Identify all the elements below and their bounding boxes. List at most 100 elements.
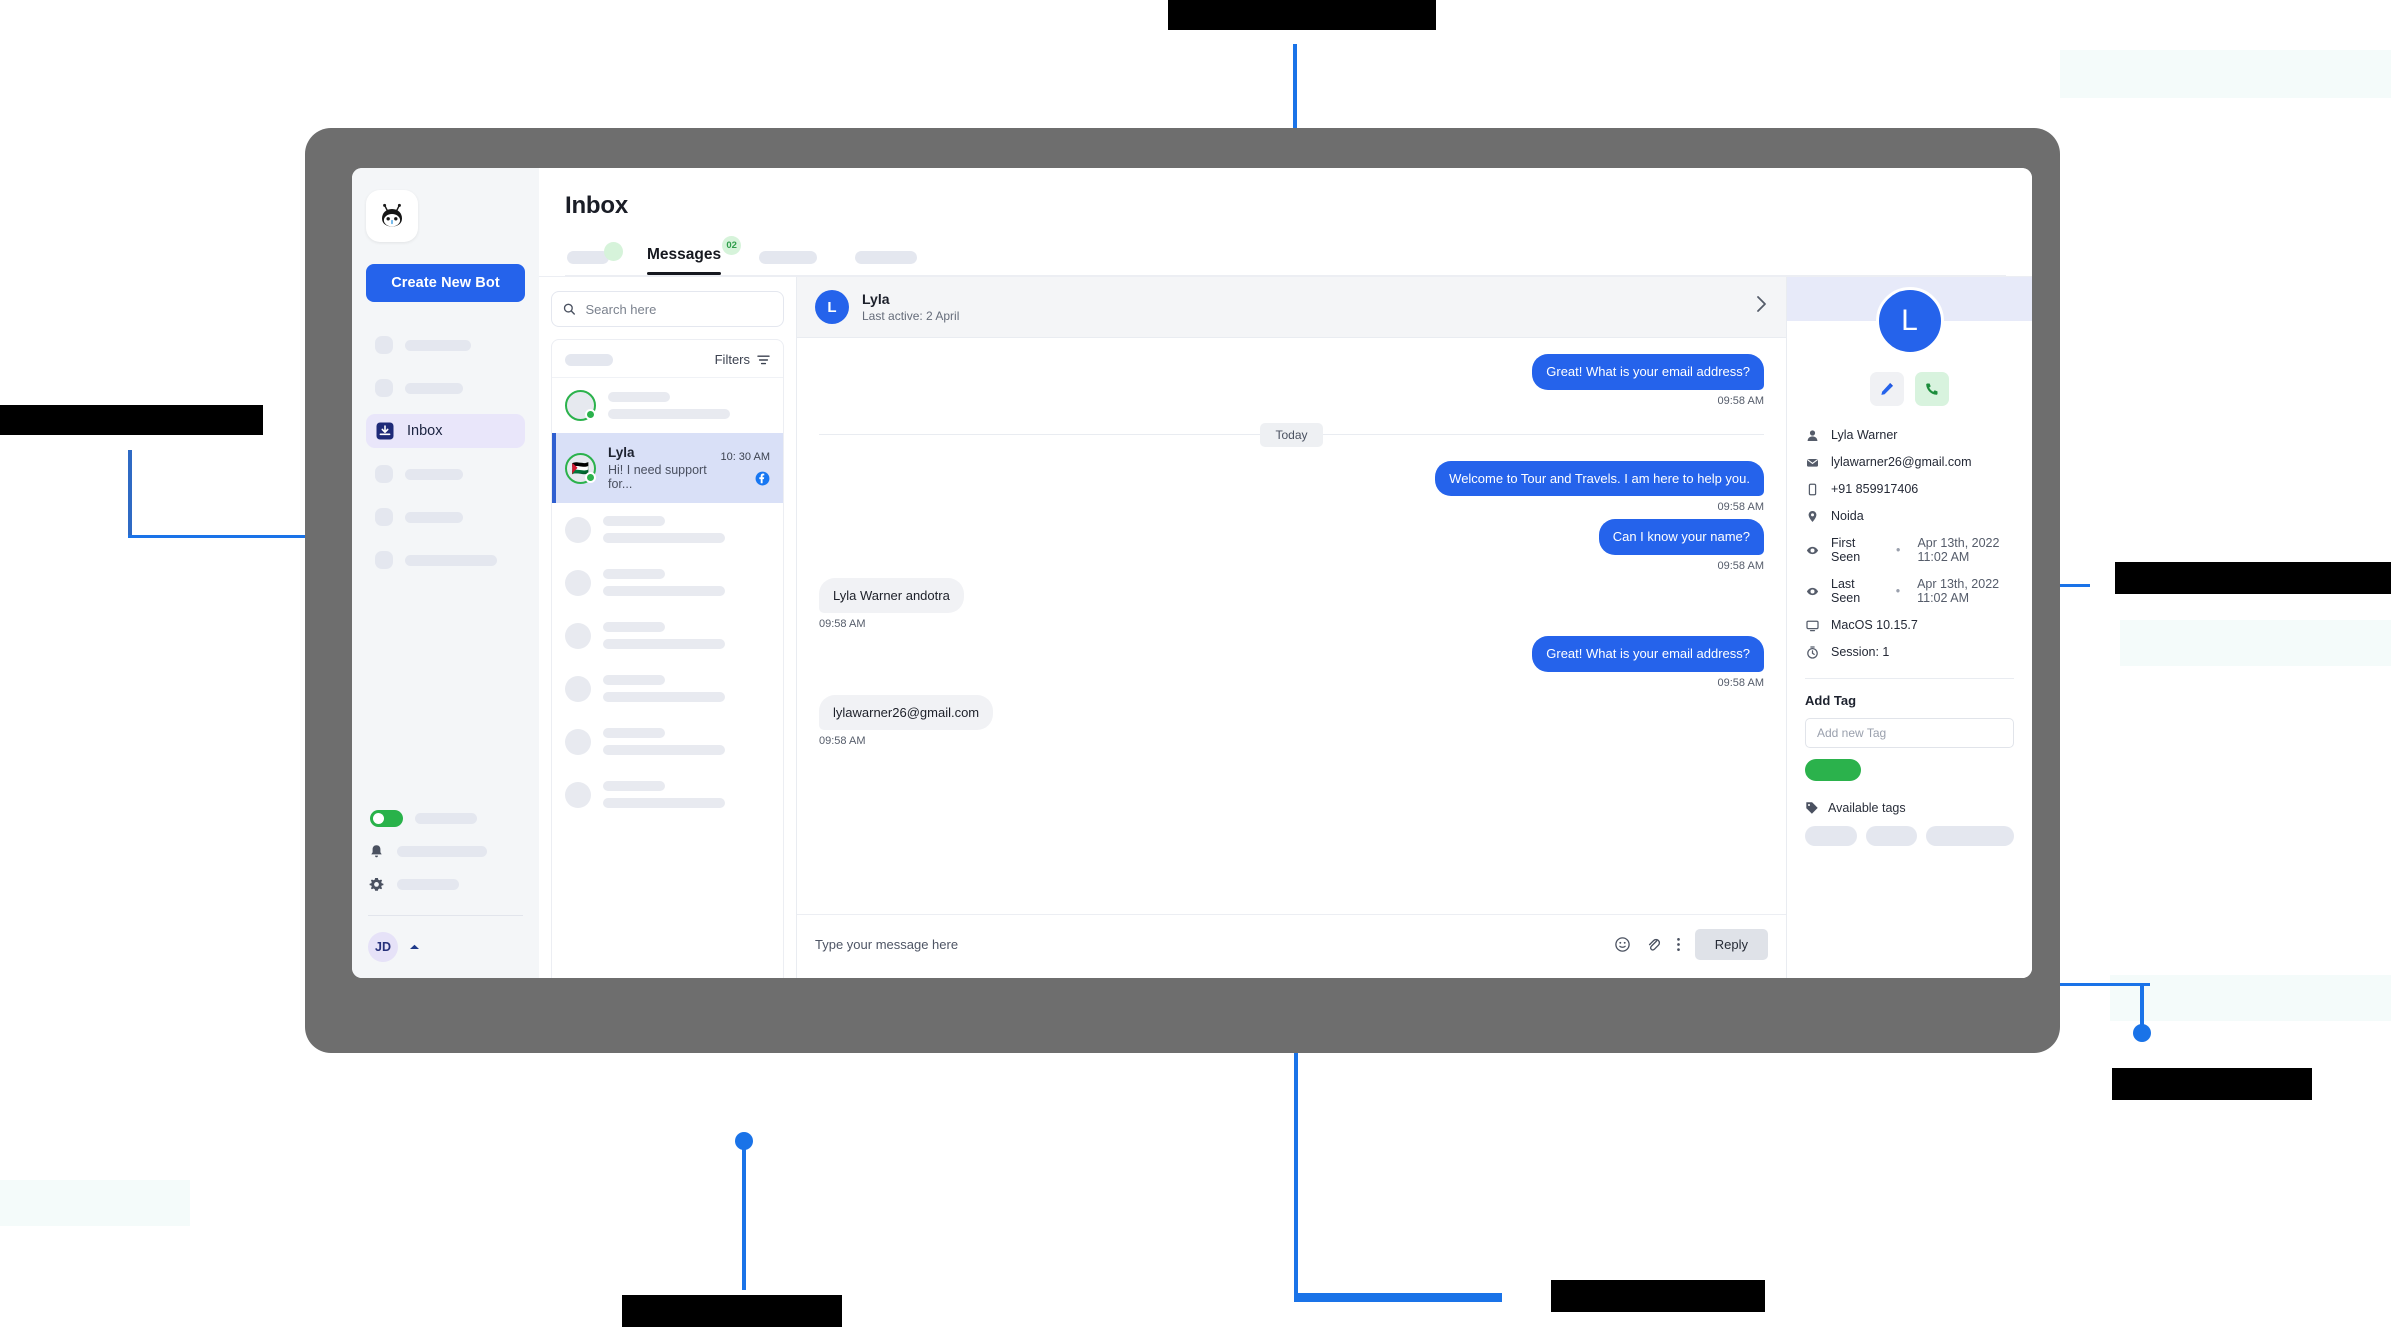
list-item[interactable]: 🇵🇸 Lyla Hi! I need support for... 10: 30… bbox=[552, 433, 783, 503]
placeholder-label bbox=[603, 586, 725, 596]
tag-chip-placeholder[interactable] bbox=[1865, 826, 1918, 846]
message-bubble-out: Welcome to Tour and Travels. I am here t… bbox=[819, 460, 1764, 513]
annotation-label-visitor-status bbox=[0, 405, 263, 435]
chat-messages[interactable]: Great! What is your email address? 09:58… bbox=[797, 338, 1786, 914]
placeholder-label bbox=[405, 382, 463, 394]
add-tag-title: Add Tag bbox=[1805, 693, 1857, 708]
placeholder-label bbox=[608, 409, 730, 419]
placeholder-label bbox=[397, 846, 487, 857]
tab-messages-badge: 02 bbox=[722, 236, 742, 255]
placeholder-label bbox=[405, 339, 471, 351]
annotation-connector-live-chat-h bbox=[1294, 1293, 1502, 1302]
list-item-body bbox=[603, 516, 770, 543]
tab-placeholder-3[interactable] bbox=[855, 251, 918, 275]
placeholder-label bbox=[405, 511, 463, 523]
avatar bbox=[565, 516, 591, 543]
add-tag-input[interactable] bbox=[1805, 718, 2014, 748]
list-item-body: Lyla Hi! I need support for... bbox=[608, 445, 708, 491]
detail-value: Apr 13th, 2022 11:02 AM bbox=[1917, 536, 2000, 564]
list-item[interactable] bbox=[552, 662, 783, 715]
list-item-body bbox=[608, 392, 770, 419]
list-item[interactable] bbox=[552, 715, 783, 768]
message-time: 09:58 AM bbox=[819, 735, 866, 748]
message-text: Can I know your name? bbox=[1598, 519, 1764, 555]
avatar bbox=[565, 390, 596, 421]
search-box[interactable] bbox=[551, 291, 784, 327]
tab-placeholder-1[interactable] bbox=[567, 242, 623, 275]
list-item[interactable] bbox=[552, 378, 783, 433]
call-contact-button[interactable] bbox=[1915, 372, 1949, 406]
more-vertical-icon[interactable] bbox=[1676, 936, 1681, 953]
details-actions bbox=[1787, 372, 2032, 406]
placeholder-label bbox=[603, 533, 725, 543]
annotation-label-default-inbox bbox=[1168, 0, 1436, 30]
list-item-body bbox=[603, 728, 770, 755]
filters-button[interactable]: Filters bbox=[715, 352, 770, 367]
annotation-connector-visitor-status-v bbox=[128, 450, 132, 538]
list-item[interactable] bbox=[552, 503, 783, 556]
chat-contact-status: Last active: 2 April bbox=[862, 309, 960, 323]
create-new-bot-button[interactable]: Create New Bot bbox=[366, 264, 525, 302]
notifications-row[interactable] bbox=[366, 843, 525, 860]
pencil-icon bbox=[1881, 383, 1893, 395]
placeholder-label bbox=[397, 879, 459, 890]
avatar: JD bbox=[368, 932, 398, 962]
detail-separator: • bbox=[1895, 584, 1901, 598]
tab-messages[interactable]: Messages 02 bbox=[647, 236, 742, 275]
eye-icon bbox=[1805, 544, 1820, 557]
list-item[interactable] bbox=[552, 609, 783, 662]
background-wash-bottom bbox=[2110, 975, 2391, 1021]
monitor-icon bbox=[1805, 619, 1820, 632]
message-input[interactable]: Type your message here bbox=[815, 937, 1600, 952]
avatar: L bbox=[815, 290, 849, 324]
tab-messages-label: Messages bbox=[647, 246, 722, 263]
visitor-details-panel: L Lyla Warner lylawarner26@gmail.com +91… bbox=[1786, 277, 2032, 978]
message-text: Great! What is your email address? bbox=[1532, 636, 1764, 672]
availability-toggle-row[interactable] bbox=[366, 810, 525, 827]
sidebar-item-placeholder-4[interactable] bbox=[366, 500, 525, 534]
placeholder-label bbox=[603, 516, 665, 526]
mail-icon bbox=[1805, 456, 1820, 469]
conversation-scroll[interactable]: 🇵🇸 Lyla Hi! I need support for... 10: 30… bbox=[552, 378, 783, 978]
tag-chip-placeholder[interactable] bbox=[1805, 826, 1857, 846]
placeholder-icon bbox=[375, 465, 393, 483]
main-content: Inbox Messages 02 Search here Filters 🇵🇸… bbox=[539, 168, 2032, 978]
add-tag-button[interactable] bbox=[1805, 759, 1861, 781]
edit-contact-button[interactable] bbox=[1870, 372, 1904, 406]
chat-contact-name: Lyla bbox=[862, 291, 890, 307]
user-menu[interactable]: JD bbox=[366, 932, 525, 962]
message-text: lylawarner26@gmail.com bbox=[819, 694, 994, 731]
placeholder-label bbox=[759, 251, 818, 264]
paperclip-icon[interactable] bbox=[1645, 936, 1662, 953]
sidebar-item-inbox[interactable]: Inbox bbox=[366, 414, 525, 448]
list-item[interactable] bbox=[552, 768, 783, 821]
chevron-right-icon[interactable] bbox=[1755, 294, 1768, 320]
chat-header-text: Lyla Last active: 2 April bbox=[862, 291, 959, 323]
sidebar-item-placeholder-1[interactable] bbox=[366, 328, 525, 362]
message-time: 09:58 AM bbox=[1717, 559, 1764, 572]
sidebar-item-placeholder-5[interactable] bbox=[366, 543, 525, 577]
search-input[interactable] bbox=[585, 301, 772, 317]
sidebar-item-placeholder-2[interactable] bbox=[366, 371, 525, 405]
avatar bbox=[565, 781, 591, 808]
sidebar-item-placeholder-3[interactable] bbox=[366, 457, 525, 491]
placeholder-label bbox=[603, 745, 725, 755]
conversation-list-column: Filters bbox=[539, 277, 797, 978]
annotation-connector-visitor-list bbox=[742, 1140, 746, 1290]
emoji-icon[interactable] bbox=[1614, 936, 1631, 953]
list-item[interactable] bbox=[552, 556, 783, 609]
reply-button[interactable]: Reply bbox=[1694, 929, 1768, 960]
message-bubble-in: lylawarner26@gmail.com 09:58 AM bbox=[819, 694, 1764, 748]
divider bbox=[1322, 434, 1764, 436]
availability-toggle[interactable] bbox=[370, 810, 403, 827]
tag-chip-placeholder[interactable] bbox=[1926, 826, 2015, 846]
settings-row[interactable] bbox=[366, 876, 525, 893]
workspace: Filters bbox=[539, 276, 2032, 978]
placeholder-icon bbox=[375, 508, 393, 526]
placeholder-label bbox=[603, 798, 725, 808]
app-logo[interactable] bbox=[366, 190, 418, 242]
list-item-body bbox=[603, 675, 770, 702]
tab-placeholder-2[interactable] bbox=[759, 251, 818, 275]
annotation-dot-chat-tags bbox=[2133, 1024, 2151, 1042]
annotation-dot-visitor-list bbox=[735, 1132, 753, 1150]
